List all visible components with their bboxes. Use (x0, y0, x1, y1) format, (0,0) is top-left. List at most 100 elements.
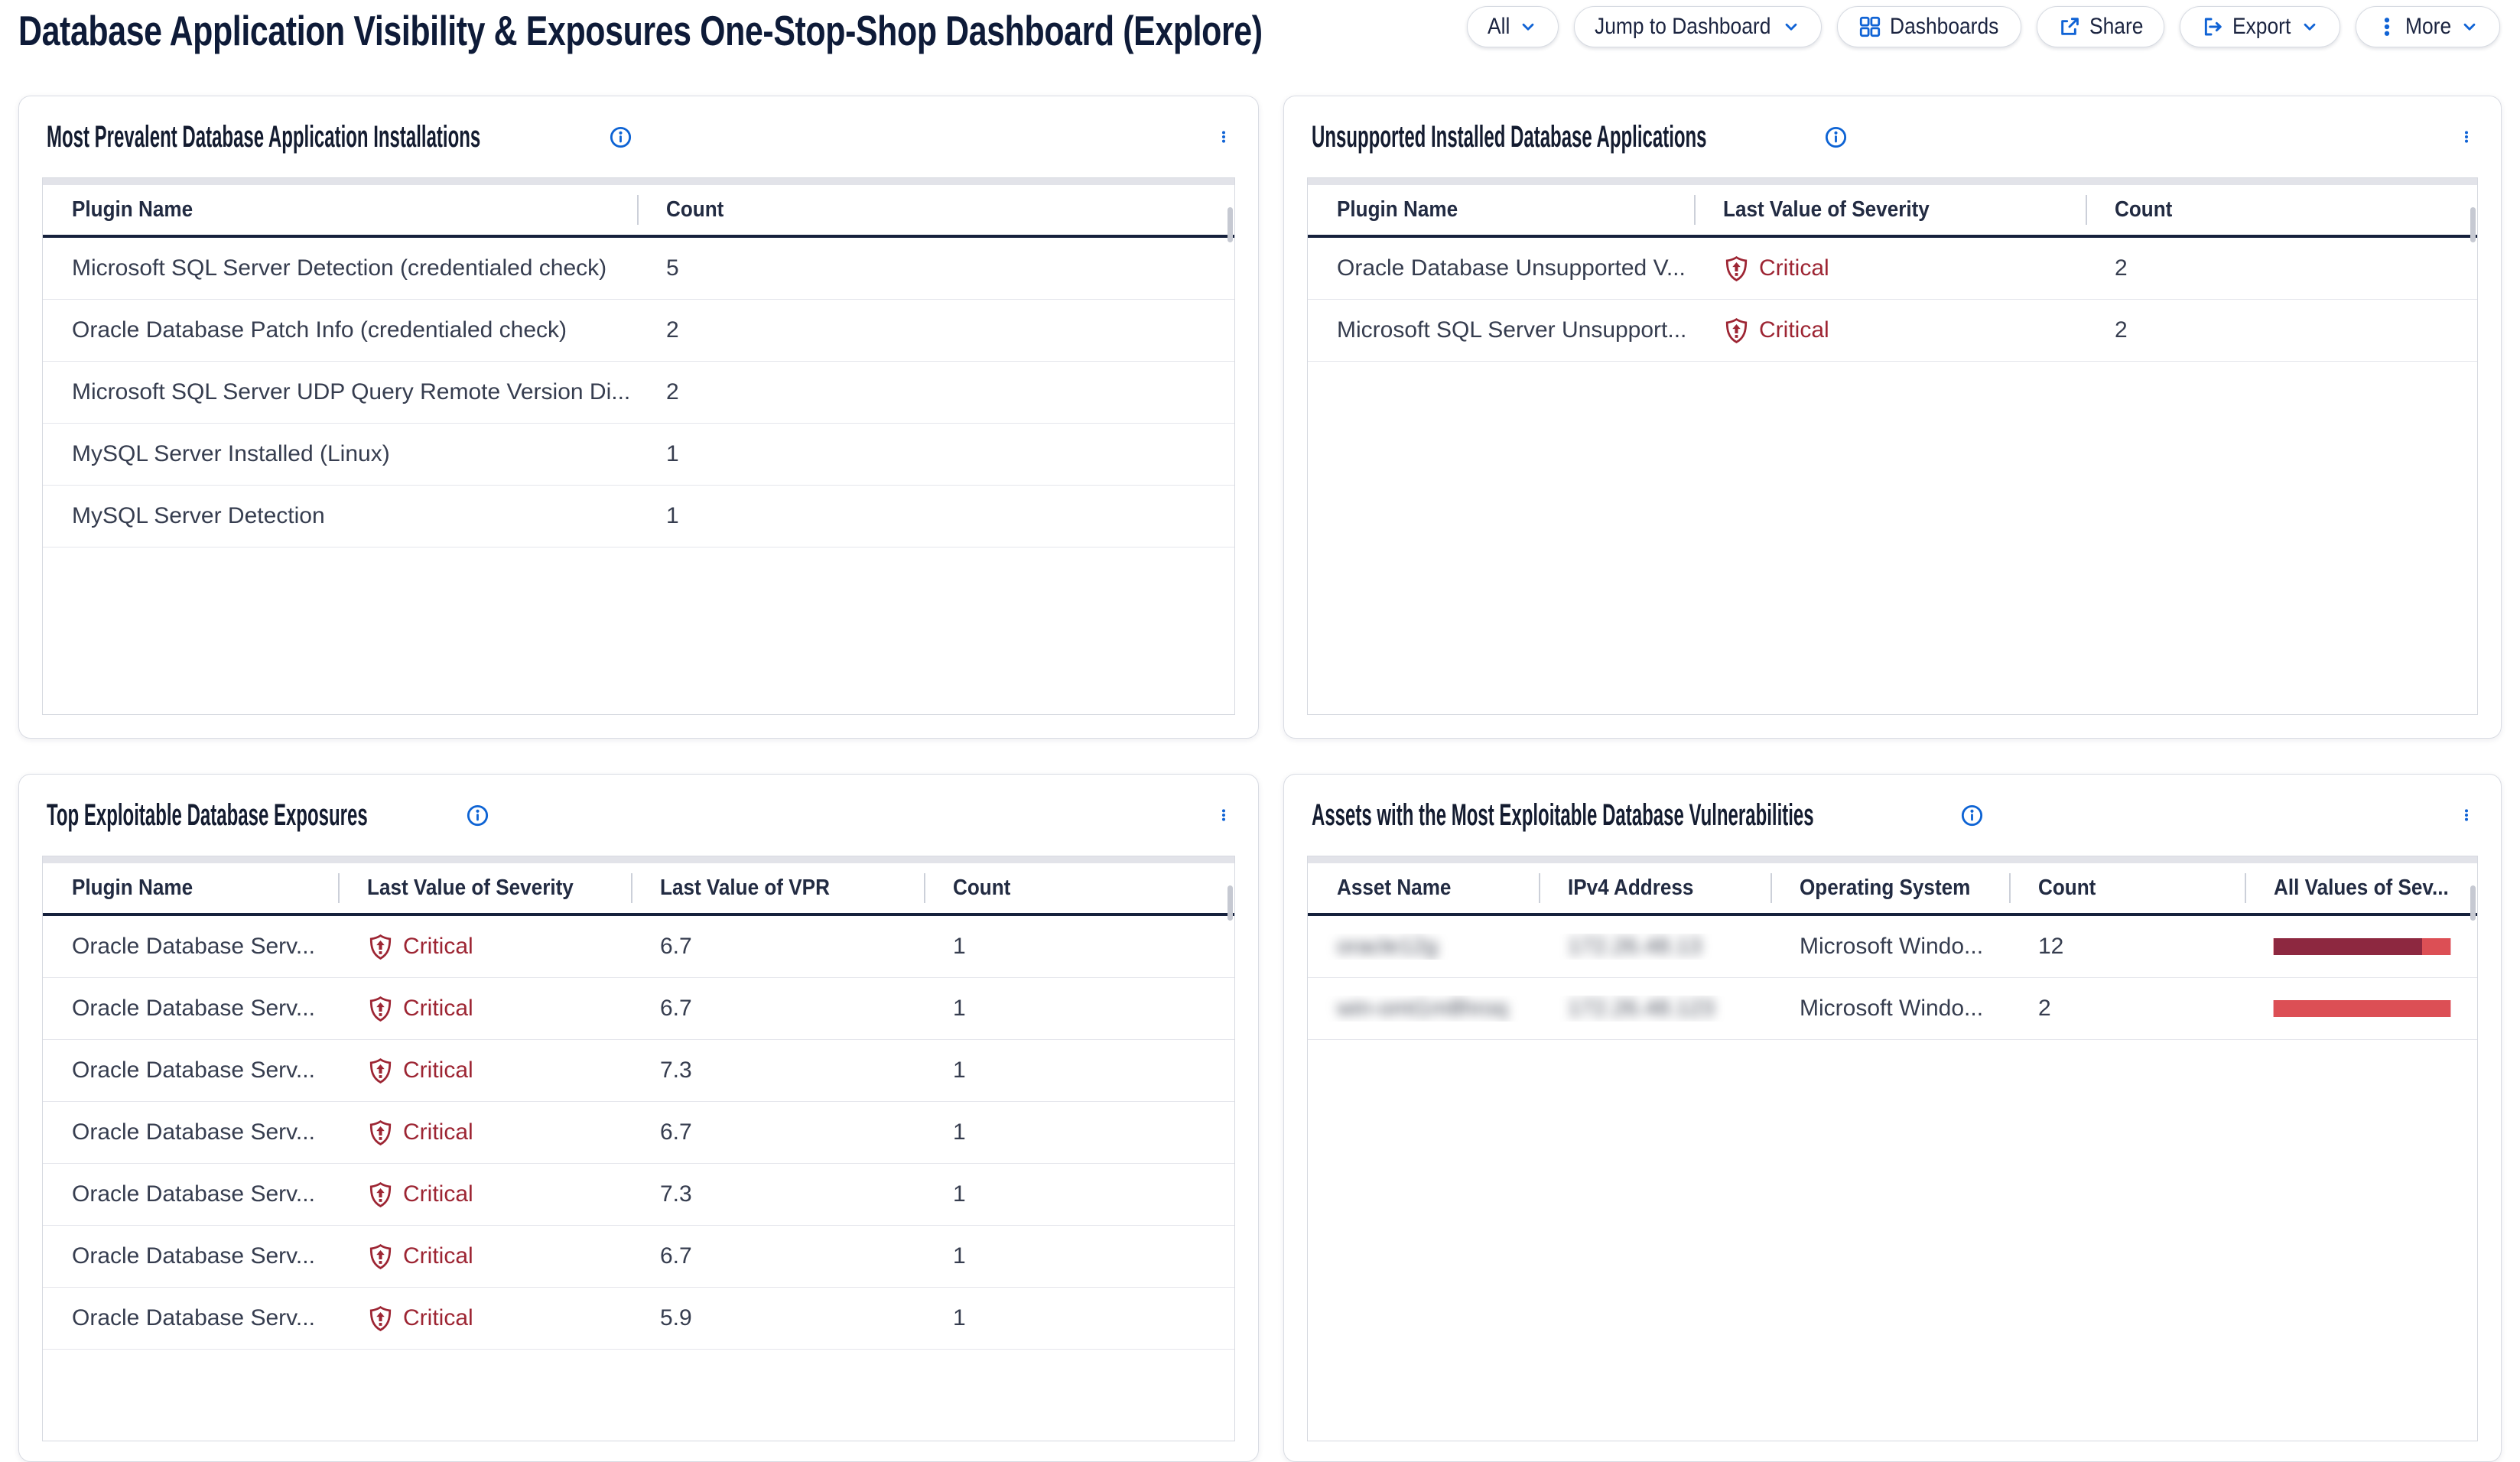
horizontal-scrollbar[interactable] (43, 178, 1234, 185)
filter-all-label: All (1488, 14, 1510, 40)
severity-cell: Critical (338, 996, 631, 1022)
column-header-plugin-name[interactable]: Plugin Name (1308, 185, 1694, 235)
kebab-menu-icon (2376, 16, 2398, 37)
plugin-name-cell: Oracle Database Unsupported V... (1308, 255, 1694, 281)
severity-label: Critical (403, 1119, 473, 1145)
severity-stacked-bar (2274, 1000, 2450, 1017)
panel-title: Assets with the Most Exploitable Databas… (1312, 798, 1948, 833)
ipv4-cell: 172.26.48.123 (1539, 996, 1771, 1022)
severity-cell: Critical (338, 1243, 631, 1270)
dashboards-button[interactable]: Dashboards (1837, 6, 2021, 47)
count-cell: 1 (924, 996, 1234, 1022)
table-row[interactable]: Oracle Database Unsupported V... Critica… (1308, 238, 2477, 300)
table-row[interactable]: Oracle Database Serv... Critical 6.7 1 (43, 1226, 1234, 1288)
panel-assets-exploitable-vulnerabilities: Assets with the Most Exploitable Databas… (1283, 774, 2502, 1462)
vpr-cell: 7.3 (631, 1181, 924, 1207)
critical-severity-shield-icon (367, 1181, 394, 1208)
column-header-severity-values[interactable]: All Values of Sev... (2245, 863, 2477, 913)
severity-cell: Critical (1694, 255, 2086, 282)
column-header-count[interactable]: Count (2086, 185, 2477, 235)
panel-menu-kebab-icon[interactable] (2455, 804, 2478, 827)
panel-menu-kebab-icon[interactable] (1212, 804, 1235, 827)
column-header-vpr[interactable]: Last Value of VPR (631, 863, 924, 913)
share-icon (2057, 15, 2082, 39)
count-cell: 1 (924, 1243, 1234, 1269)
table-row[interactable]: Oracle Database Serv... Critical 6.7 1 (43, 978, 1234, 1040)
column-header-count[interactable]: Count (637, 185, 1234, 235)
count-cell: 1 (924, 1181, 1234, 1207)
redacted-ip-address: 172.26.48.13 (1568, 934, 1702, 960)
count-cell: 1 (637, 441, 1234, 467)
column-header-severity[interactable]: Last Value of Severity (1694, 185, 2086, 235)
critical-severity-shield-icon (367, 1119, 394, 1146)
table-row[interactable]: win-omt1m8hroq 172.26.48.123 Microsoft W… (1308, 978, 2477, 1040)
plugin-name-cell: Microsoft SQL Server Detection (credenti… (43, 255, 637, 281)
plugin-name-cell: MySQL Server Installed (Linux) (43, 441, 637, 467)
severity-bar-cell (2245, 938, 2477, 955)
table-row[interactable]: Oracle Database Patch Info (credentialed… (43, 300, 1234, 362)
critical-severity-shield-icon (367, 996, 394, 1022)
column-header-severity[interactable]: Last Value of Severity (338, 863, 631, 913)
severity-cell: Critical (338, 1119, 631, 1146)
column-header-os[interactable]: Operating System (1771, 863, 2009, 913)
plugin-name-cell: Oracle Database Serv... (43, 1058, 338, 1084)
table: Plugin Name Last Value of Severity Count… (1307, 177, 2478, 715)
severity-bar-critical-segment (2274, 938, 2422, 955)
column-header-plugin-name[interactable]: Plugin Name (43, 863, 338, 913)
count-cell: 1 (924, 1058, 1234, 1084)
column-header-count[interactable]: Count (2009, 863, 2245, 913)
severity-label: Critical (1759, 317, 1829, 343)
critical-severity-shield-icon (1723, 255, 1750, 282)
chevron-down-icon (1781, 17, 1801, 37)
panel-menu-kebab-icon[interactable] (2455, 125, 2478, 148)
table: Plugin Name Count Microsoft SQL Server D… (42, 177, 1235, 715)
info-icon[interactable] (1960, 804, 1984, 827)
critical-severity-shield-icon (1723, 317, 1750, 344)
column-header-plugin-name[interactable]: Plugin Name (43, 185, 637, 235)
table-row[interactable]: Microsoft SQL Server UDP Query Remote Ve… (43, 362, 1234, 424)
ipv4-cell: 172.26.48.13 (1539, 934, 1771, 960)
horizontal-scrollbar[interactable] (1308, 178, 2477, 185)
critical-severity-shield-icon (367, 1058, 394, 1084)
critical-severity-shield-icon (367, 1305, 394, 1332)
vpr-cell: 6.7 (631, 1243, 924, 1269)
table-row[interactable]: Oracle Database Serv... Critical 7.3 1 (43, 1164, 1234, 1226)
table-row[interactable]: Oracle Database Serv... Critical 7.3 1 (43, 1040, 1234, 1102)
horizontal-scrollbar[interactable] (43, 856, 1234, 863)
share-button[interactable]: Share (2037, 6, 2165, 47)
table-row[interactable]: MySQL Server Installed (Linux) 1 (43, 424, 1234, 486)
plugin-name-cell: Oracle Database Serv... (43, 934, 338, 960)
column-header-asset-name[interactable]: Asset Name (1308, 863, 1539, 913)
count-cell: 1 (637, 503, 1234, 529)
column-header-count[interactable]: Count (924, 863, 1234, 913)
severity-cell: Critical (338, 934, 631, 960)
filter-all-dropdown[interactable]: All (1467, 6, 1559, 47)
asset-name-cell: win-omt1m8hroq (1308, 996, 1539, 1022)
panel-title: Unsupported Installed Database Applicati… (1312, 120, 1812, 154)
table-row[interactable]: oracle12g 172.26.48.13 Microsoft Windo..… (1308, 916, 2477, 978)
chevron-down-icon (1518, 17, 1538, 37)
info-icon[interactable] (466, 804, 489, 827)
table-row[interactable]: Microsoft SQL Server Detection (credenti… (43, 238, 1234, 300)
chevron-down-icon (2300, 17, 2320, 37)
horizontal-scrollbar[interactable] (1308, 856, 2477, 863)
more-dropdown[interactable]: More (2356, 6, 2500, 47)
table-header: Plugin Name Last Value of Severity Count (1308, 185, 2477, 238)
table-header: Asset Name IPv4 Address Operating System… (1308, 863, 2477, 916)
export-dropdown[interactable]: Export (2180, 6, 2340, 47)
panel-title: Top Exploitable Database Exposures (47, 798, 454, 833)
panel-menu-kebab-icon[interactable] (1212, 125, 1235, 148)
table-row[interactable]: Oracle Database Serv... Critical 6.7 1 (43, 916, 1234, 978)
info-icon[interactable] (1824, 125, 1848, 149)
column-header-ipv4[interactable]: IPv4 Address (1539, 863, 1771, 913)
table-row[interactable]: MySQL Server Detection 1 (43, 486, 1234, 547)
panel-most-prevalent-installations: Most Prevalent Database Application Inst… (18, 96, 1259, 739)
jump-to-dashboard-dropdown[interactable]: Jump to Dashboard (1574, 6, 1822, 47)
count-cell: 1 (924, 934, 1234, 960)
count-cell: 1 (924, 1305, 1234, 1331)
info-icon[interactable] (609, 125, 632, 149)
table-row[interactable]: Oracle Database Serv... Critical 6.7 1 (43, 1102, 1234, 1164)
jump-to-dashboard-label: Jump to Dashboard (1595, 14, 1771, 40)
table-row[interactable]: Microsoft SQL Server Unsupport... Critic… (1308, 300, 2477, 362)
table-row[interactable]: Oracle Database Serv... Critical 5.9 1 (43, 1288, 1234, 1350)
